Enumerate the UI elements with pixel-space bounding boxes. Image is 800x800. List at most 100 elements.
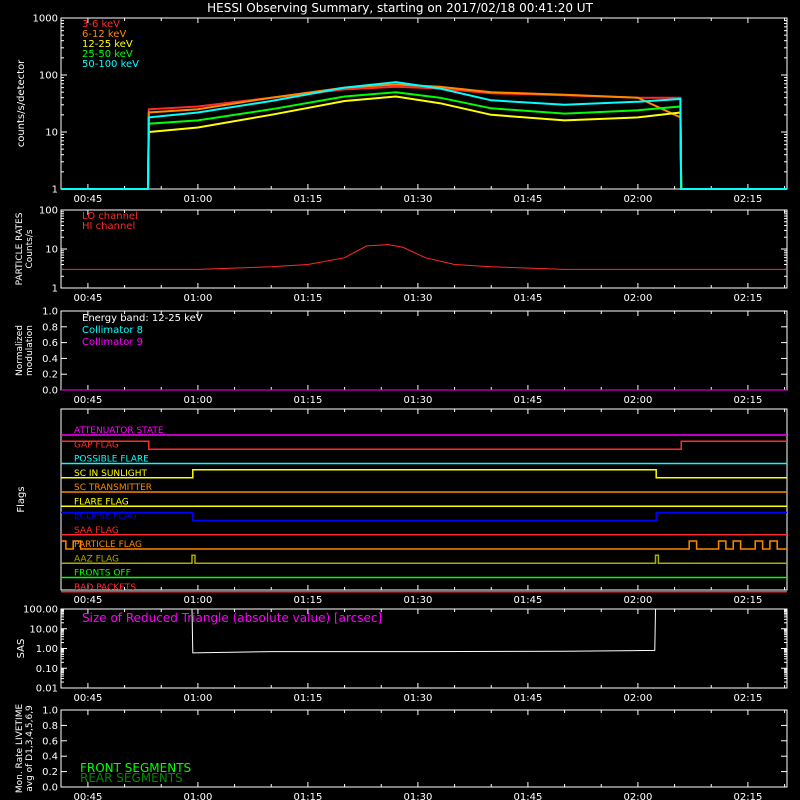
y-axis-label-2: avg of D1,3,4,5,6,9 [25,705,35,792]
y-axis-label-2: Counts/s [25,229,35,268]
y-tick-label: 0.2 [42,767,58,778]
y-tick-label: 100.00 [23,605,58,616]
energy-band-note: Energy band: 12-25 keV [82,313,203,324]
x-tick-label: 02:00 [623,595,652,606]
x-tick-label: 01:15 [293,293,322,304]
y-tick-label: 0.2 [42,370,58,381]
x-tick-label: 01:30 [403,595,432,606]
x-tick-label: 02:00 [623,293,652,304]
x-tick-label: 02:15 [733,693,762,704]
x-tick-label: 00:45 [73,395,102,406]
flag-label: PARTICLE FLAG [74,540,142,550]
y-axis-label-2: modulation [25,325,35,376]
x-tick-label: 02:15 [733,194,762,205]
flag-label: ATTENUATOR STATE [74,426,164,436]
y-axis-label: SAS [16,639,27,659]
x-tick-label: 02:15 [733,293,762,304]
series-line-0 [61,85,787,190]
y-tick-label: 10 [45,128,58,139]
panel-particles: 00:45 01:00 01:15 01:30 01:45 02:00 02:15 1 10 10… [15,206,788,304]
y-tick-label: 0.8 [42,322,58,333]
legend-entry: Collimator 8 [82,325,143,336]
legend-entry: 50-100 keV [82,59,139,70]
y-tick-label: 0.0 [42,386,58,397]
y-tick-label: 10.00 [29,624,58,635]
y-tick-label: 0.8 [42,721,58,732]
flag-line-1 [61,440,787,450]
y-tick-label: 1000 [33,14,58,25]
summary-plot: HESSI Observing Summary, starting on 201… [15,1,788,800]
y-tick-label: 10 [45,245,58,256]
x-tick-label: 01:00 [183,194,212,205]
series-line-3 [61,91,787,190]
series-line-1 [61,244,787,270]
x-tick-label: 01:00 [183,792,212,800]
y-tick-label: 1 [52,284,58,295]
x-tick-label: 01:00 [183,693,212,704]
x-tick-label: 01:30 [403,693,432,704]
y-tick-label: 0.0 [42,783,58,794]
flag-line-6 [61,511,787,522]
y-tick-label: 0.4 [42,752,58,763]
x-tick-label: 01:30 [403,395,432,406]
y-tick-label: 0.6 [42,736,58,747]
flag-label: SC IN SUNLIGHT [74,469,148,479]
flag-line-3 [61,469,787,479]
x-tick-label: 01:30 [403,293,432,304]
y-tick-label: 1.0 [42,307,58,318]
y-axis-label: PARTICLE RATES [15,212,25,285]
y-tick-label: 100 [39,71,58,82]
y-tick-label: 1.0 [42,706,58,717]
y-axis-label: Flags [16,486,27,512]
x-tick-label: 00:45 [73,595,102,606]
y-tick-label: 1 [52,185,58,196]
flag-label: BAD PACKETS [74,583,136,593]
legend-entry: REAR SEGMENTS [80,771,183,785]
y-tick-label: 0.01 [36,684,58,695]
flag-label: ECLIPSE FLAG [74,512,137,522]
flag-label: FLARE FLAG [74,497,129,507]
x-tick-label: 00:45 [73,293,102,304]
panel-livetime: 00:45 01:00 01:15 01:30 01:45 02:00 02:15 0.0 0.… [15,704,788,800]
flag-label: AAZ FLAG [74,554,119,564]
x-tick-label: 01:45 [513,595,542,606]
flag-label: SAA FLAG [74,526,119,536]
legend-entry: Collimator 9 [82,337,143,348]
x-tick-label: 02:15 [733,595,762,606]
panel-frame [60,17,788,190]
panel-sas: 00:45 01:00 01:15 01:30 01:45 02:00 02:15 0.01 0… [16,605,788,704]
x-tick-label: 00:45 [73,194,102,205]
x-tick-label: 02:00 [623,395,652,406]
panel-flags: 00:45 01:00 01:15 01:30 01:45 02:00 02:15 Flags… [16,408,788,606]
x-tick-label: 01:45 [513,693,542,704]
x-tick-label: 02:00 [623,792,652,800]
legend-entry: HI channel [82,221,135,232]
x-tick-label: 00:45 [73,792,102,800]
x-tick-label: 00:45 [73,693,102,704]
sas-note: Size of Reduced Triangle (absolute value… [82,611,382,625]
x-tick-label: 01:15 [293,194,322,205]
flag-line-9 [61,554,787,564]
x-tick-label: 02:00 [623,693,652,704]
x-tick-label: 01:15 [293,792,322,800]
x-tick-label: 01:15 [293,693,322,704]
x-tick-label: 01:15 [293,595,322,606]
x-tick-label: 01:00 [183,293,212,304]
flag-label: FRONTS OFF [74,569,131,579]
y-axis-label: counts/s/detector [16,59,27,147]
x-tick-label: 01:30 [403,792,432,800]
x-tick-label: 01:45 [513,792,542,800]
y-tick-label: 0.10 [36,664,58,675]
panel-modulation: 00:45 01:00 01:15 01:30 01:45 02:00 02:15 0.0 0.… [15,307,788,406]
x-tick-label: 02:00 [623,194,652,205]
y-tick-label: 100 [39,206,58,217]
panel-frame [60,209,788,289]
flag-label: SC TRANSMITTER [74,483,152,493]
y-tick-label: 0.6 [42,338,58,349]
x-tick-label: 01:00 [183,595,212,606]
hessi-summary: HESSI Observing Summary, starting on 201… [0,0,800,800]
panel-counts: 00:45 01:00 01:15 01:30 01:45 02:00 02:15 1 10 10… [16,14,788,205]
y-axis-label: Normalized [15,325,25,376]
x-tick-label: 01:45 [513,194,542,205]
flag-line-8 [61,540,787,550]
